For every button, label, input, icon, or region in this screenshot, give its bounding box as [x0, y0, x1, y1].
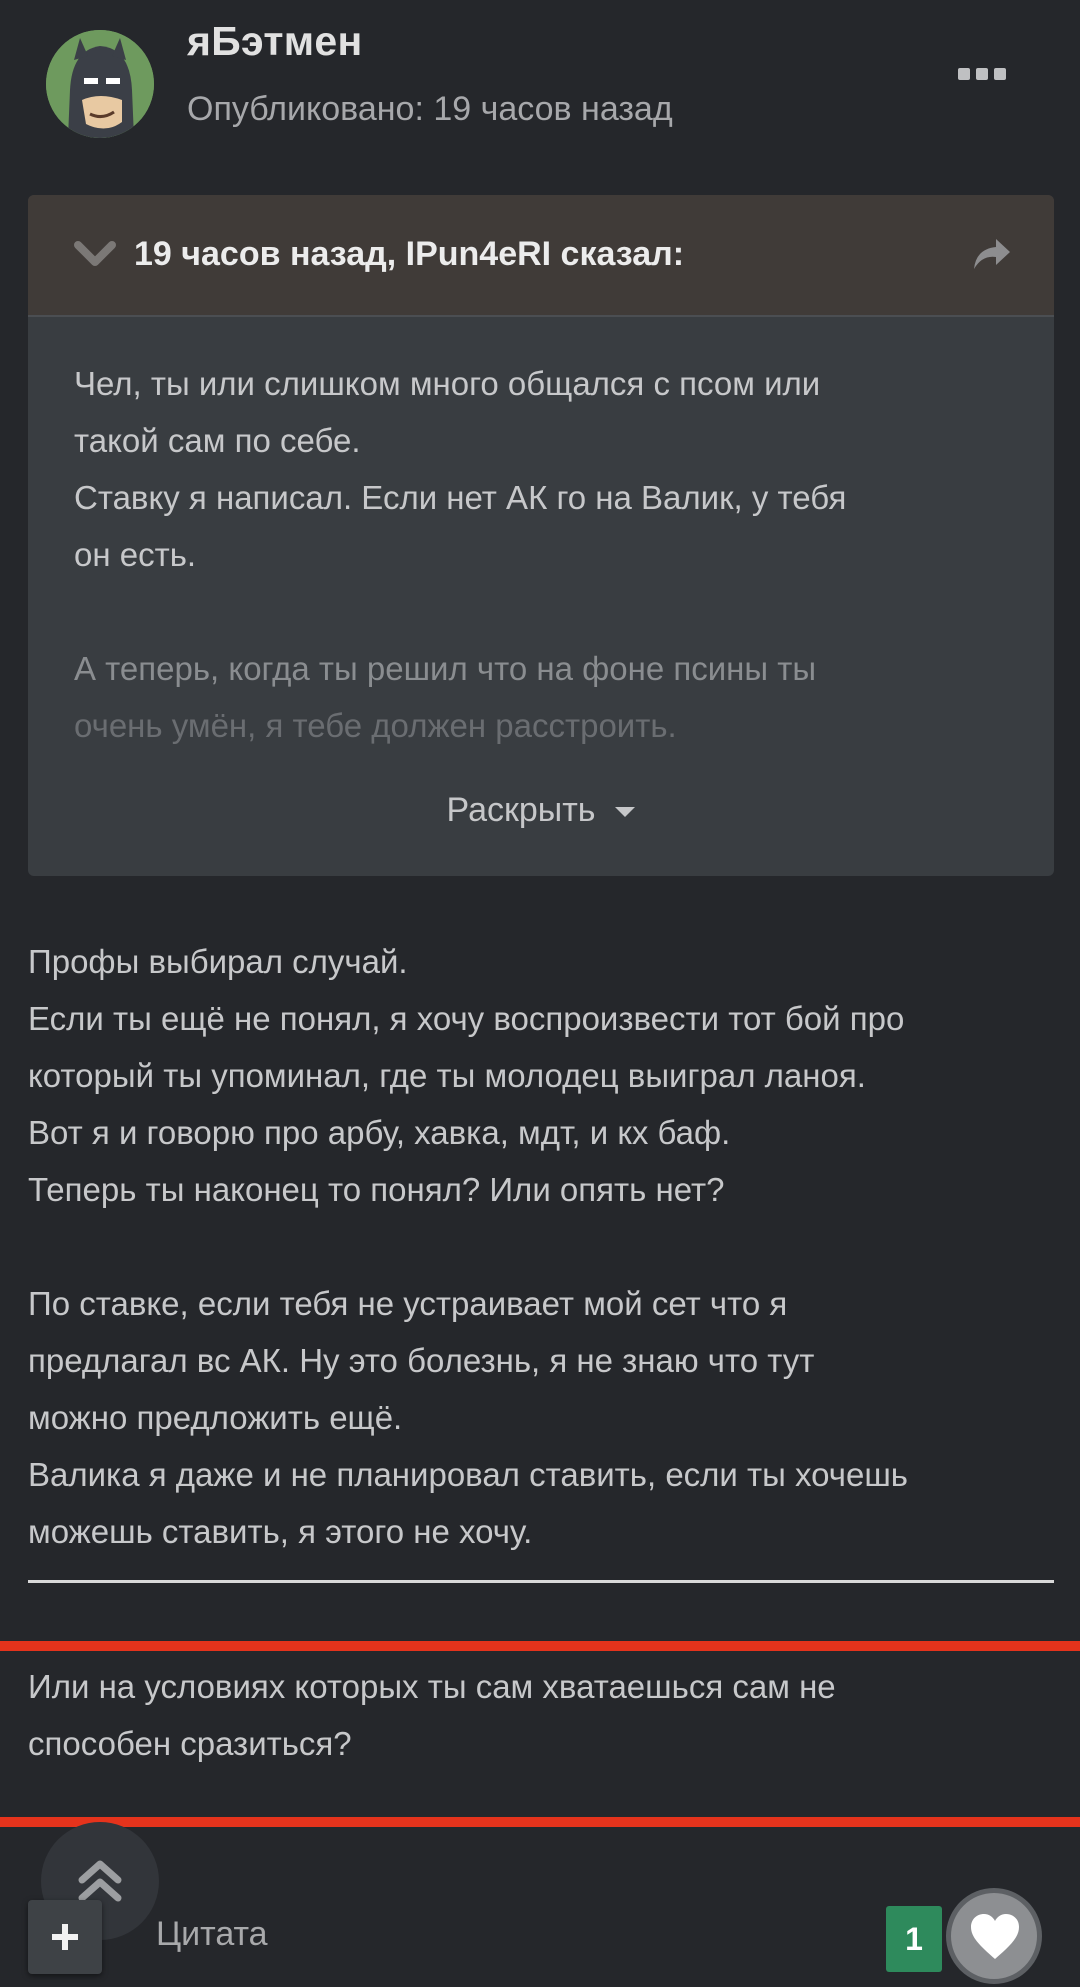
post-line: который ты упоминал, где ты молодец выиг…	[28, 1057, 866, 1094]
author-name[interactable]: яБэтмен	[187, 18, 363, 65]
post-line: способен сразиться?	[28, 1725, 352, 1762]
quote-line: он есть.	[74, 536, 197, 573]
quote-line: Ставку я написал. Если нет АК го на Вали…	[74, 479, 847, 516]
reaction-count-badge[interactable]: 1	[886, 1906, 942, 1972]
plus-icon[interactable]	[28, 1900, 102, 1974]
quote-header: 19 часов назад, IPun4eRI сказал:	[28, 195, 1054, 317]
post-line: Профы выбирал случай.	[28, 943, 408, 980]
post-line: предлагал вс АК. Ну это болезнь, я не зн…	[28, 1342, 815, 1379]
highlighted-text: Или на условиях которых ты сам хватаешьс…	[28, 1658, 1048, 1772]
post-line: можешь ставить, я этого не хочу.	[28, 1513, 533, 1550]
caret-down-icon	[615, 807, 636, 817]
heart-icon	[971, 1914, 1019, 1959]
published-time: Опубликовано: 19 часов назад	[187, 90, 673, 128]
author-avatar[interactable]	[46, 30, 154, 138]
share-arrow-icon[interactable]	[970, 237, 1012, 273]
quote-button[interactable]: Цитата	[156, 1915, 268, 1954]
post-line: Или на условиях которых ты сам хватаешьс…	[28, 1668, 836, 1705]
post-line: Если ты ещё не понял, я хочу воспроизвес…	[28, 1000, 905, 1037]
quote-text: Чел, ты или слишком много общался с псом…	[74, 355, 1024, 754]
quote-line: А теперь, когда ты решил что на фоне пси…	[74, 650, 817, 687]
post-content: Профы выбирал случай. Если ты ещё не пон…	[28, 933, 1058, 1560]
more-dots-icon[interactable]	[958, 68, 1006, 86]
post-line: Теперь ты наконец то понял? Или опять не…	[28, 1171, 725, 1208]
expand-quote-button[interactable]: Раскрыть	[28, 785, 1054, 835]
chevron-down-icon[interactable]	[74, 239, 116, 269]
quote-citation[interactable]: 19 часов назад, IPun4eRI сказал:	[134, 235, 684, 274]
post-line: По ставке, если тебя не устраивает мой с…	[28, 1285, 788, 1322]
double-chevron-up-icon	[78, 1860, 122, 1902]
like-button[interactable]	[946, 1888, 1042, 1984]
post-line: Валика я даже и не планировал ставить, е…	[28, 1456, 908, 1493]
expand-label: Раскрыть	[446, 790, 596, 829]
quote-line: такой сам по себе.	[74, 422, 361, 459]
quote-line: Чел, ты или слишком много общался с псом…	[74, 365, 821, 402]
quote-line: очень умён, я тебе должен расстроить.	[74, 707, 677, 744]
horizontal-divider	[28, 1580, 1054, 1583]
quote-block: 19 часов назад, IPun4eRI сказал: Чел, ты…	[28, 195, 1054, 876]
post-line: можно предложить ещё.	[28, 1399, 403, 1436]
post-line: Вот я и говорю про арбу, хавка, мдт, и к…	[28, 1114, 731, 1151]
